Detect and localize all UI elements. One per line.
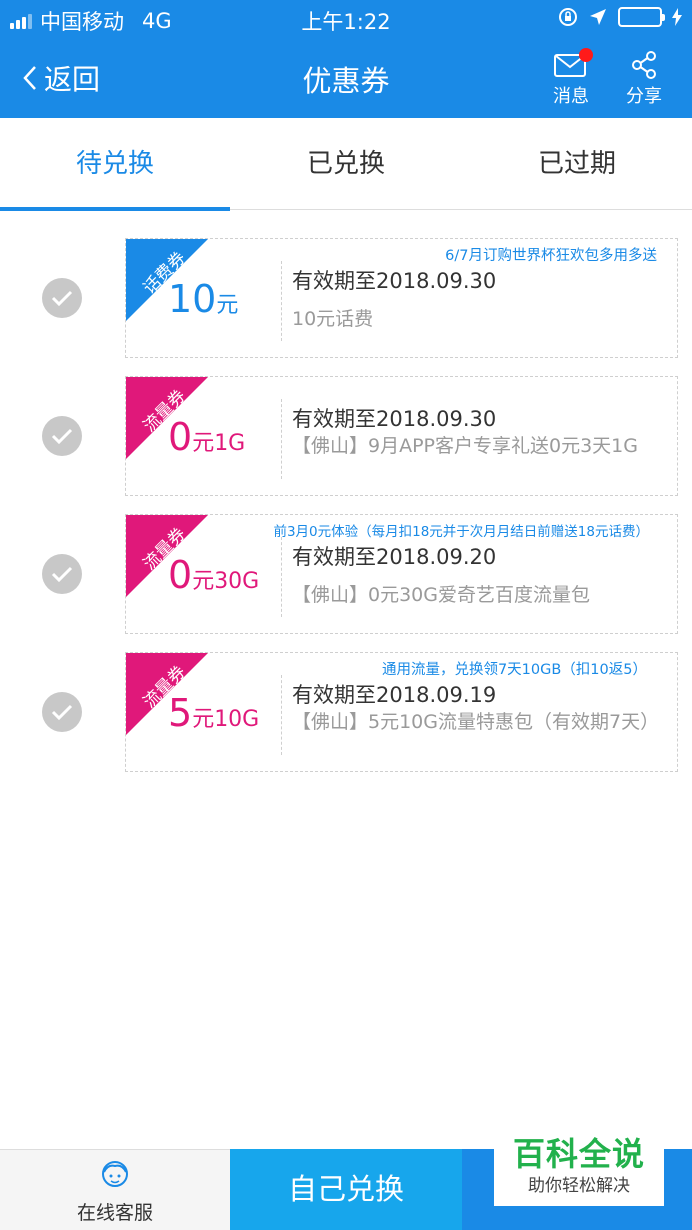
watermark-title: 百科全说 bbox=[512, 1135, 645, 1173]
rotation-lock-icon bbox=[559, 8, 577, 26]
coupon-validity: 有效期至2018.09.19 bbox=[292, 683, 497, 707]
messages-button[interactable]: 消息 bbox=[541, 48, 601, 108]
coupon-validity: 有效期至2018.09.30 bbox=[292, 407, 497, 431]
coupon-card[interactable]: 流量券 0元1G 有效期至2018.09.30 【佛山】9月APP客户专享礼送0… bbox=[125, 376, 678, 496]
coupon-divider bbox=[281, 675, 282, 755]
status-right bbox=[558, 7, 682, 27]
tab-pending[interactable]: 待兑换 bbox=[0, 118, 230, 211]
coupon-amount: 0元30G bbox=[168, 553, 260, 597]
share-label: 分享 bbox=[626, 86, 662, 107]
share-icon bbox=[632, 51, 656, 79]
coupon-validity: 有效期至2018.09.30 bbox=[292, 269, 497, 293]
notification-dot bbox=[579, 48, 593, 62]
coupon-divider bbox=[281, 261, 282, 341]
coupon-card[interactable]: 流量券 0元30G 前3月0元体验（每月扣18元并于次月月结日前赠送18元话费）… bbox=[125, 514, 678, 634]
coupon-note: 通用流量，兑换领7天10GB（扣10返5） bbox=[381, 662, 647, 678]
coupon-description: 【佛山】9月APP客户专享礼送0元3天1G bbox=[292, 435, 638, 457]
check-icon[interactable] bbox=[42, 692, 82, 732]
tab-expired[interactable]: 已过期 bbox=[462, 118, 692, 210]
charging-icon bbox=[672, 8, 682, 26]
watermark-logo: 百科全说 助你轻松解决 bbox=[494, 1133, 664, 1206]
coupon-amount: 5元10G bbox=[168, 691, 260, 735]
check-icon[interactable] bbox=[42, 554, 82, 594]
battery-icon bbox=[618, 7, 665, 27]
self-redeem-button[interactable]: 自己兑换 bbox=[230, 1149, 462, 1230]
messages-label: 消息 bbox=[553, 86, 589, 107]
check-icon[interactable] bbox=[42, 416, 82, 456]
coupon-validity: 有效期至2018.09.20 bbox=[292, 545, 497, 569]
coupon-amount: 10元 bbox=[168, 277, 239, 321]
location-icon bbox=[590, 9, 606, 25]
coupon-divider bbox=[281, 537, 282, 617]
online-service-label: 在线客服 bbox=[76, 1202, 153, 1224]
nav-bar: 返回 优惠券 消息 分享 bbox=[0, 38, 692, 118]
tab-bar: 待兑换 已兑换 已过期 bbox=[0, 118, 692, 211]
coupon-description: 【佛山】0元30G爱奇艺百度流量包 bbox=[292, 584, 590, 606]
coupon-item: 流量券 5元10G 通用流量，兑换领7天10GB（扣10返5） 有效期至2018… bbox=[0, 652, 692, 772]
coupon-item: 话费券 10元 6/7月订购世界杯狂欢包多用多送 有效期至2018.09.30 … bbox=[0, 238, 692, 358]
coupon-card[interactable]: 话费券 10元 6/7月订购世界杯狂欢包多用多送 有效期至2018.09.30 … bbox=[125, 238, 678, 358]
coupon-divider bbox=[281, 399, 282, 479]
coupon-description: 【佛山】5元10G流量特惠包（有效期7天） bbox=[292, 711, 660, 733]
share-button[interactable]: 分享 bbox=[614, 48, 674, 108]
coupon-amount: 0元1G bbox=[168, 415, 246, 459]
online-service-button[interactable]: 在线客服 bbox=[0, 1149, 230, 1230]
coupon-item: 流量券 0元30G 前3月0元体验（每月扣18元并于次月月结日前赠送18元话费）… bbox=[0, 514, 692, 634]
coupon-note: 前3月0元体验（每月扣18元并于次月月结日前赠送18元话费） bbox=[273, 524, 649, 540]
coupon-description: 10元话费 bbox=[292, 308, 374, 330]
check-icon[interactable] bbox=[42, 278, 82, 318]
tab-redeemed[interactable]: 已兑换 bbox=[231, 118, 461, 210]
watermark-subtitle: 助你轻松解决 bbox=[528, 1176, 630, 1196]
coupon-card[interactable]: 流量券 5元10G 通用流量，兑换领7天10GB（扣10返5） 有效期至2018… bbox=[125, 652, 678, 772]
customer-service-icon bbox=[102, 1161, 128, 1187]
coupon-item: 流量券 0元1G 有效期至2018.09.30 【佛山】9月APP客户专享礼送0… bbox=[0, 376, 692, 496]
coupon-note: 6/7月订购世界杯狂欢包多用多送 bbox=[445, 248, 657, 264]
status-bar: 中国移动 4G 上午1:22 bbox=[0, 0, 692, 38]
